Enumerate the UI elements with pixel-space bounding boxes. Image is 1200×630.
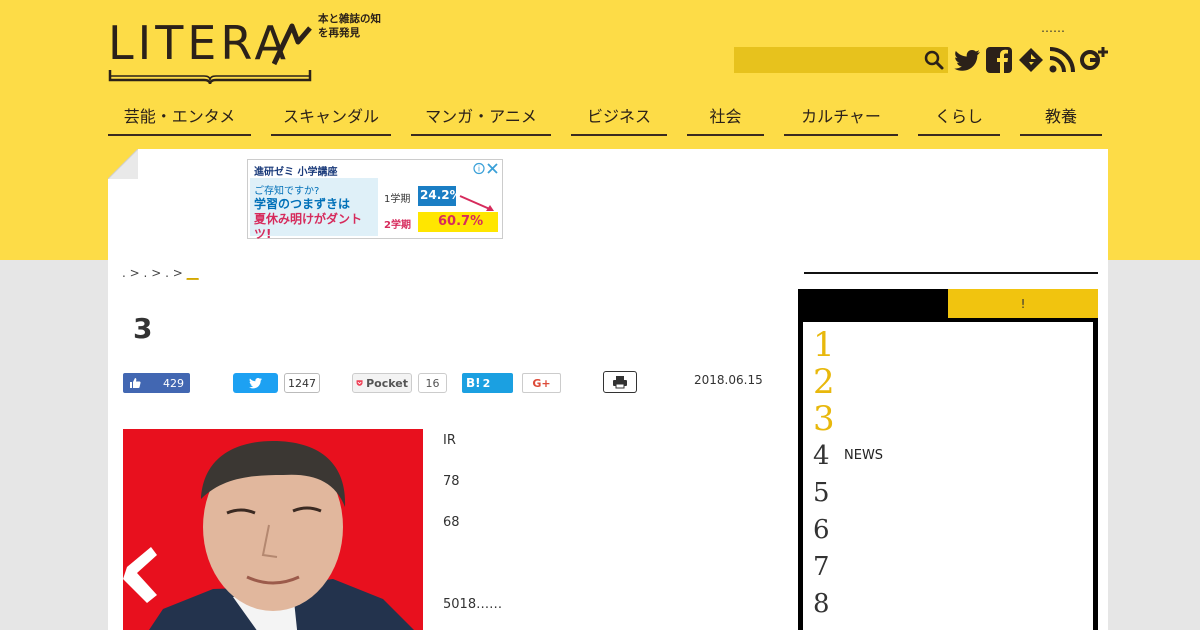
article-date: 2018.06.15: [694, 373, 763, 387]
article-paragraph: 68: [443, 515, 460, 530]
pocket-count: 16: [418, 373, 447, 393]
logo-pen-icon: [272, 23, 312, 66]
ad-close-icon[interactable]: i: [473, 162, 499, 175]
breadcrumb-link[interactable]: .: [122, 266, 126, 280]
rank-number: 5: [813, 478, 830, 508]
breadcrumb-separator: >: [172, 266, 183, 280]
pocket-label: Pocket: [366, 376, 408, 390]
hatena-bookmark-button[interactable]: B! 2: [462, 373, 513, 393]
twitter-count: 1247: [284, 373, 320, 393]
thumbs-up-icon: [130, 378, 141, 388]
ad-message: ご存知ですか? 学習のつまずきは 夏休み明けがダントツ!: [250, 178, 378, 241]
rank-number: 2: [813, 362, 835, 402]
search-icon[interactable]: [922, 48, 946, 72]
article-paragraph: 78: [443, 474, 460, 489]
twitter-bird-icon: [248, 378, 262, 389]
google-plus-icon[interactable]: [1080, 46, 1108, 74]
facebook-count: 429: [163, 376, 184, 390]
article-paragraph: 5018……: [443, 597, 503, 612]
logo-text: LITERA: [108, 16, 290, 70]
pocket-icon: [356, 380, 363, 386]
twitter-share-button[interactable]: [233, 373, 278, 393]
nav-item-manga-anime[interactable]: マンガ・アニメ: [411, 96, 551, 136]
breadcrumb-link[interactable]: .: [144, 266, 148, 280]
article-title: 3: [133, 312, 153, 345]
nav-item-education[interactable]: 教養: [1020, 96, 1102, 136]
nav-item-entertainment[interactable]: 芸能・エンタメ: [108, 96, 251, 136]
sidebar-divider: [804, 272, 1098, 274]
logo-book-icon: [108, 70, 312, 84]
ad-line1: ご存知ですか?: [254, 186, 320, 197]
breadcrumb-separator: >: [151, 266, 162, 280]
rank-number: 4: [813, 441, 830, 471]
card-fold-corner: [108, 149, 138, 179]
rank-number: 8: [813, 589, 830, 619]
rank-number: 3: [813, 399, 835, 439]
twitter-icon[interactable]: [954, 46, 982, 74]
svg-text:i: i: [478, 165, 480, 174]
logo-tagline: 本と雑誌の知を再発見: [318, 13, 381, 39]
print-button[interactable]: [603, 371, 637, 393]
pocket-button[interactable]: Pocket: [352, 373, 412, 393]
sidebar-tab-ranking[interactable]: [798, 289, 948, 319]
ranking-list: [803, 322, 1093, 630]
nav-item-scandal[interactable]: スキャンダル: [271, 96, 391, 136]
portrait-image: [123, 429, 423, 630]
nav-item-culture[interactable]: カルチャー: [784, 96, 898, 136]
ad-line2: 学習のつまずきは: [254, 197, 351, 211]
facebook-like-button[interactable]: 429: [123, 373, 190, 393]
ad-graph: 1学期 24.2% 2学期 60.7%: [380, 178, 502, 236]
ad-value1: 24.2%: [418, 186, 462, 206]
search-input[interactable]: [734, 47, 948, 73]
hatena-count: 2: [482, 376, 491, 390]
breadcrumb-link[interactable]: .: [165, 266, 169, 280]
breadcrumb-separator: >: [129, 266, 140, 280]
site-logo[interactable]: LITERA 本と雑誌の知を再発見: [108, 12, 388, 86]
ad-value2: 60.7%: [418, 212, 498, 232]
nav-item-lifestyle[interactable]: くらし: [918, 96, 1000, 136]
rank-number: 6: [813, 515, 830, 545]
nav-item-business[interactable]: ビジネス: [571, 96, 667, 136]
google-plus-share-button[interactable]: G+: [522, 373, 561, 393]
article-photo: [123, 429, 423, 630]
printer-icon: [613, 376, 627, 389]
breadcrumb-current[interactable]: __: [187, 266, 199, 280]
hatena-b-icon: B!: [466, 376, 481, 390]
advertisement-banner[interactable]: 進研ゼミ 小学講座 i ご存知ですか? 学習のつまずきは 夏休み明けがダントツ!…: [247, 159, 503, 241]
ad-term1: 1学期: [384, 194, 411, 205]
header-dots: ……: [1041, 21, 1065, 35]
rank-item-title[interactable]: NEWS: [844, 448, 883, 463]
rank-number: 7: [813, 552, 830, 582]
feedly-icon[interactable]: [1017, 46, 1045, 74]
rss-icon[interactable]: [1048, 46, 1076, 74]
ad-term2: 2学期: [384, 220, 411, 231]
sidebar-tab-alt[interactable]: !: [948, 289, 1098, 319]
ad-arrow-icon: [459, 195, 494, 211]
breadcrumb: . > . > . > __: [122, 266, 199, 280]
ad-line3: 夏休み明けがダントツ!: [254, 212, 363, 241]
facebook-icon[interactable]: [985, 46, 1013, 74]
article-paragraph: IR: [443, 433, 456, 448]
ad-brand: 進研ゼミ 小学講座: [248, 160, 502, 178]
nav-item-society[interactable]: 社会: [687, 96, 764, 136]
rank-number: 1: [813, 325, 835, 365]
